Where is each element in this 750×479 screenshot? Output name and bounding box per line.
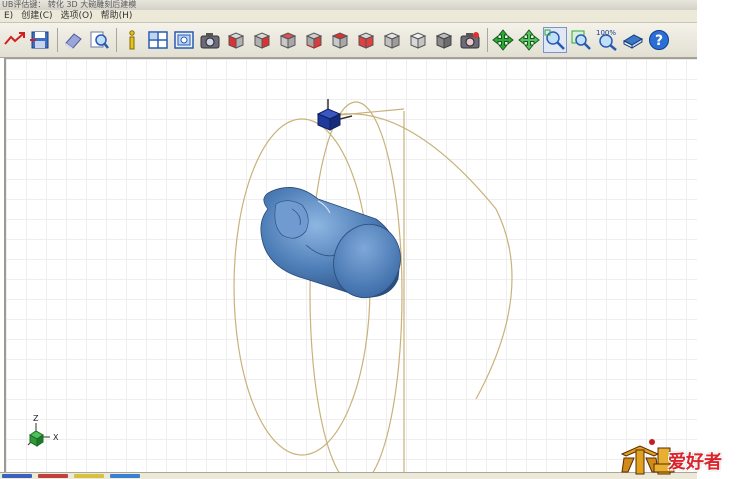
book-icon[interactable] <box>621 27 645 53</box>
status-chip <box>2 474 32 478</box>
axis-x-label: X <box>53 433 59 442</box>
status-chip <box>74 474 104 478</box>
zoom-find-icon[interactable] <box>87 27 111 53</box>
camera-render-icon[interactable] <box>458 27 482 53</box>
toolbar-separator <box>487 28 488 52</box>
status-chip <box>110 474 140 478</box>
3d-viewport[interactable]: Z X <box>4 58 697 473</box>
grid-view-icon[interactable] <box>146 27 170 53</box>
layout-view-icon[interactable] <box>172 27 196 53</box>
window-title: UB评估键： 转化 3D 大碗雕刻后建模 <box>2 0 137 9</box>
cube-bottom-icon[interactable] <box>354 27 378 53</box>
right-margin <box>697 0 750 479</box>
zoom-100-icon[interactable]: 100% <box>595 27 619 53</box>
main-toolbar: 100% ? <box>0 23 697 58</box>
camera-icon[interactable] <box>198 27 222 53</box>
watermark-logo: 爱好者 <box>618 436 744 476</box>
zoom-100-label: 100% <box>596 29 616 37</box>
window-title-bar: UB评估键： 转化 3D 大碗雕刻后建模 <box>0 0 697 10</box>
save-disk-icon[interactable] <box>28 27 52 53</box>
help-icon[interactable]: ? <box>647 27 671 53</box>
status-chip <box>38 474 68 478</box>
3d-scene: Z X <box>27 99 513 473</box>
menu-item-help[interactable]: 帮助(H) <box>97 10 137 23</box>
status-bar <box>0 472 697 479</box>
cube-back-icon[interactable] <box>302 27 326 53</box>
info-icon[interactable] <box>120 27 144 53</box>
axis-triad: Z X <box>27 414 59 447</box>
cube-shaded-icon[interactable] <box>432 27 456 53</box>
zoom-window-icon[interactable] <box>543 27 567 53</box>
back-arrow-icon[interactable] <box>2 27 26 53</box>
toolbar-separator <box>116 28 117 52</box>
cube-top-icon[interactable] <box>328 27 352 53</box>
cube-left-icon[interactable] <box>276 27 300 53</box>
watermark-text: 爱好者 <box>668 452 722 473</box>
menu-item-options[interactable]: 选项(O) <box>57 10 97 23</box>
pan-move-icon[interactable] <box>491 27 515 53</box>
cube-iso-icon[interactable] <box>380 27 404 53</box>
cube-wire-icon[interactable] <box>406 27 430 53</box>
toolbar-separator <box>57 28 58 52</box>
axis-z-label: Z <box>33 414 39 423</box>
help-label: ? <box>655 33 663 49</box>
menu-item-edit[interactable]: E) <box>0 10 17 23</box>
erase-icon[interactable] <box>61 27 85 53</box>
zoom-extents-icon[interactable] <box>569 27 593 53</box>
pan-move-alt-icon[interactable] <box>517 27 541 53</box>
3d-model-figure[interactable] <box>260 187 410 306</box>
cube-right-icon[interactable] <box>250 27 274 53</box>
menu-item-create[interactable]: 创建(C) <box>17 10 56 23</box>
cube-front-icon[interactable] <box>224 27 248 53</box>
menu-bar: E) 创建(C) 选项(O) 帮助(H) <box>0 10 697 23</box>
